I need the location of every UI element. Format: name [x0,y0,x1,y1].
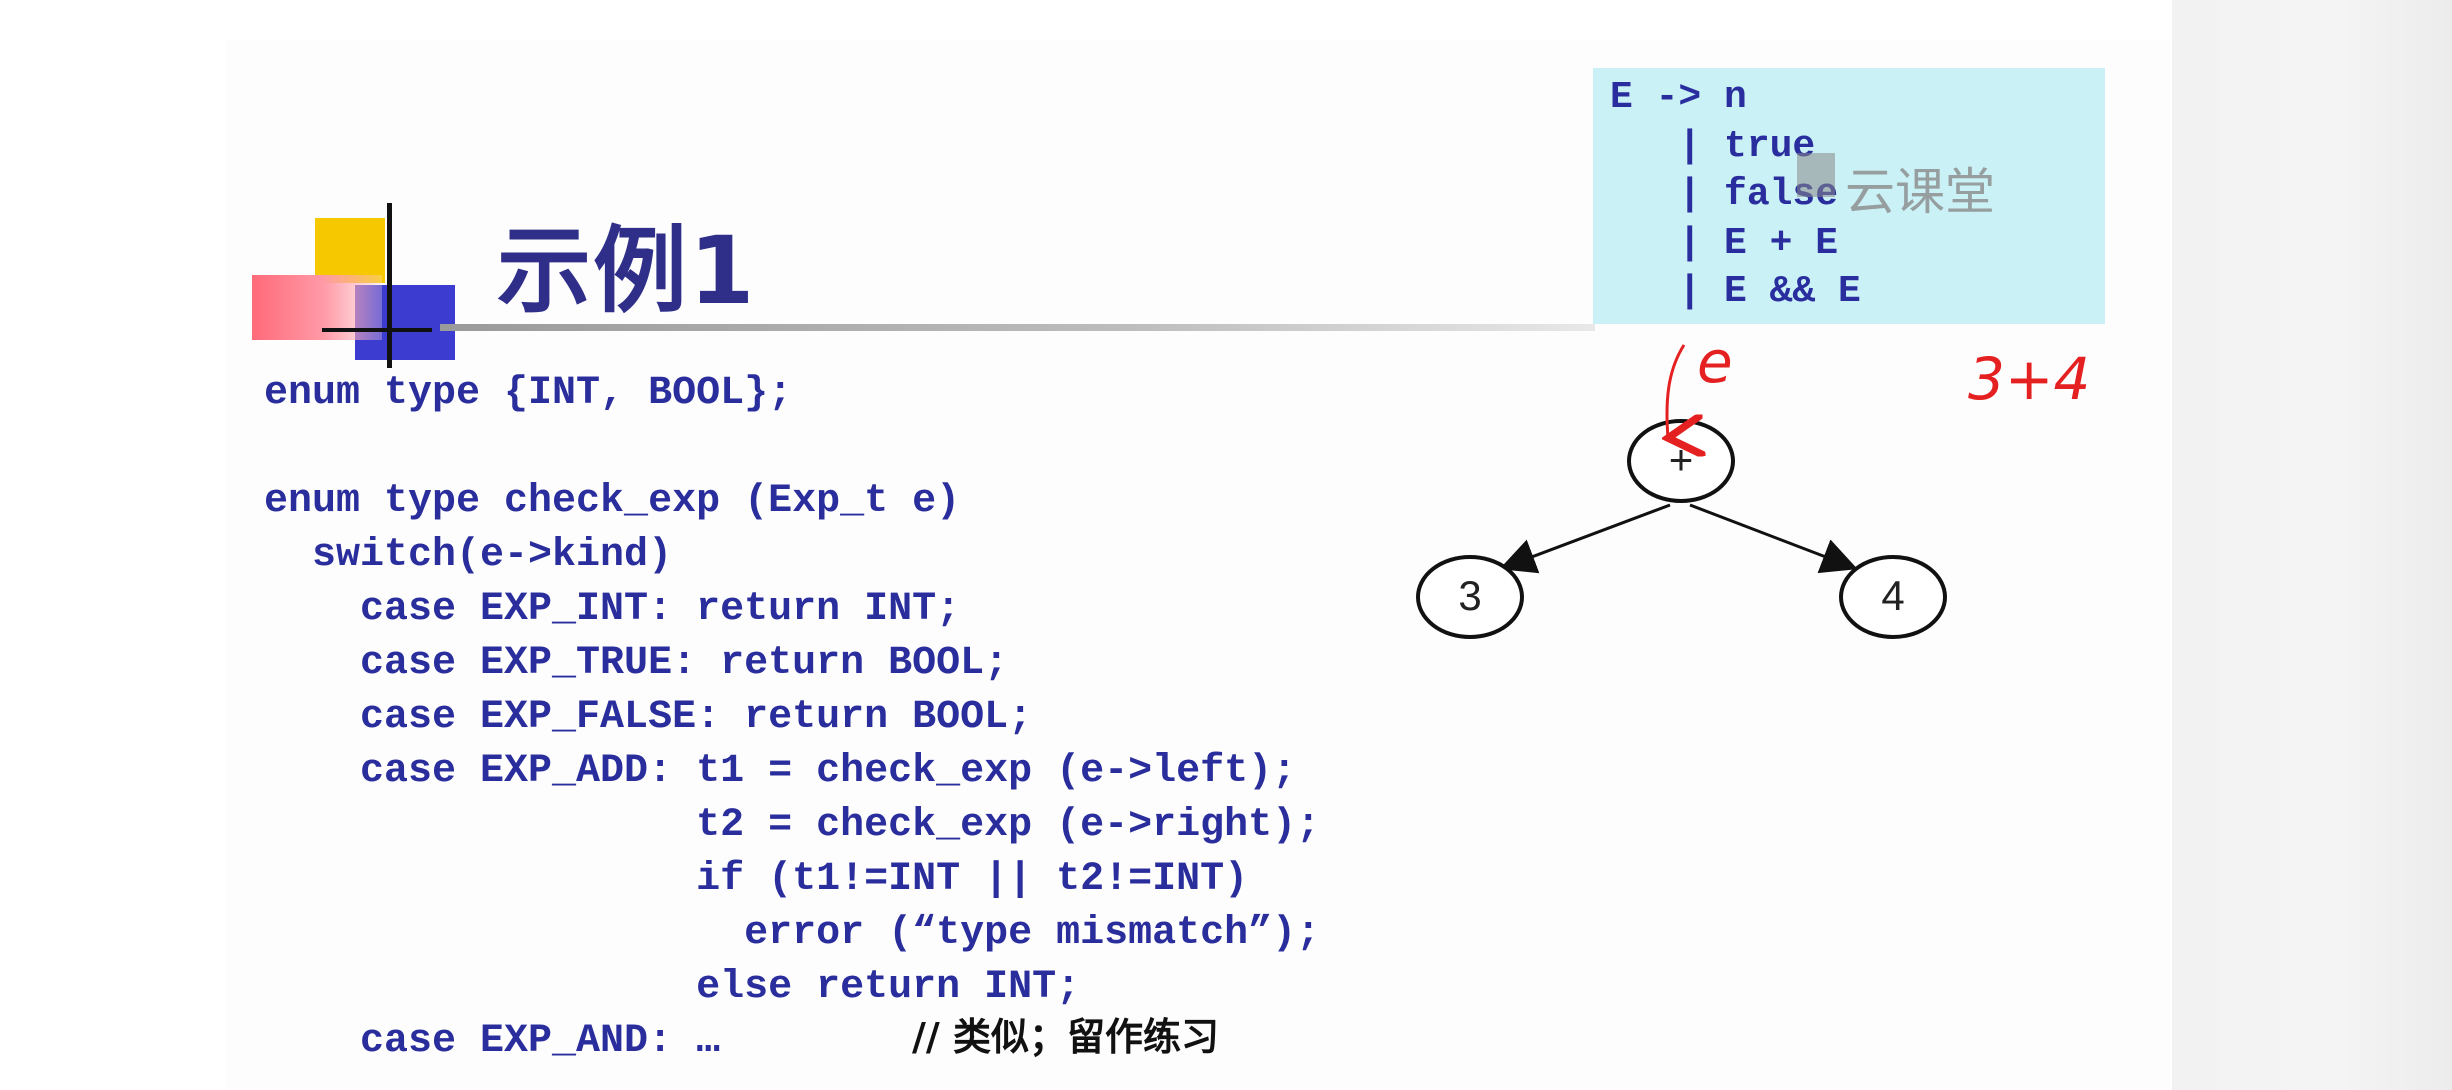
tree-node-left-label: 3 [1458,572,1482,619]
tree-node-root-label: + [1668,436,1694,483]
expression-tree [1416,344,1947,639]
tree-edge-right [1689,503,1858,574]
tree-edge-left [1499,503,1671,574]
annotation-e: e [1697,328,1733,396]
tree-node-right-label: 4 [1881,572,1905,619]
annotation-expression: 3+4 [1968,345,2091,413]
